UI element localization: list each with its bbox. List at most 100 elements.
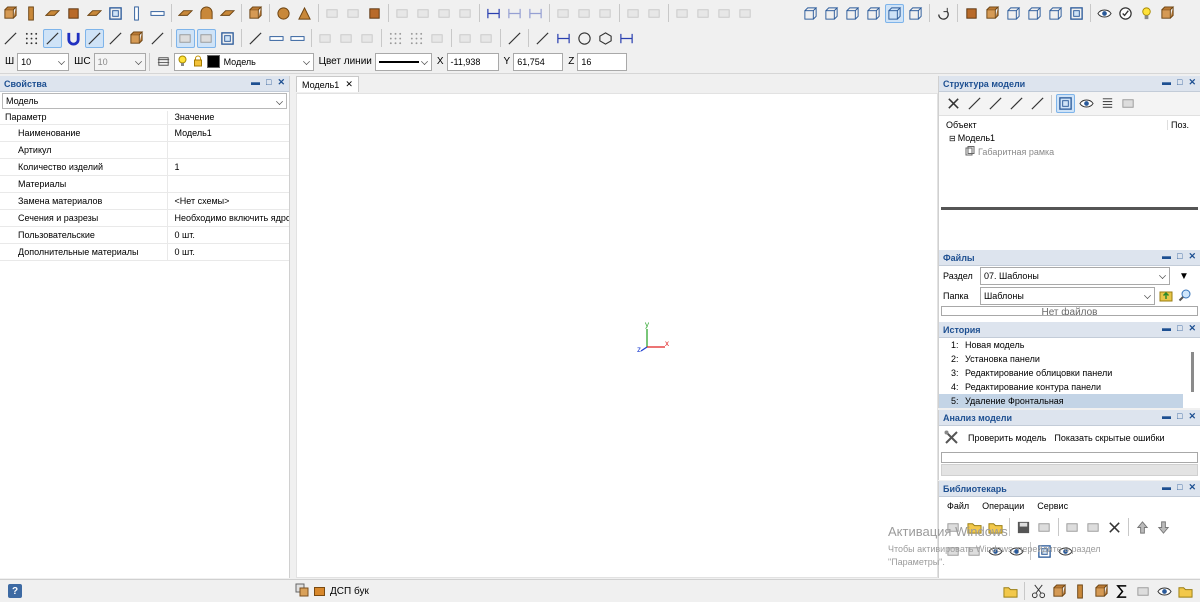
horizontal-bar-icon[interactable] xyxy=(148,4,167,23)
property-value[interactable]: <Нет схемы> xyxy=(167,192,289,210)
snap-point-icon[interactable] xyxy=(106,29,125,48)
grid-icon[interactable] xyxy=(22,29,41,48)
restore-icon[interactable]: □ xyxy=(1177,77,1182,88)
property-row[interactable]: Сечения и разрезы Необходимо включить ядр… xyxy=(0,209,289,227)
y-coordinate-input[interactable]: 61,754 xyxy=(513,52,564,71)
frame-icon[interactable] xyxy=(106,4,125,23)
pyramid-icon[interactable] xyxy=(295,4,314,23)
minimize-icon[interactable]: ▬ xyxy=(251,77,260,88)
arch-icon[interactable] xyxy=(197,4,216,23)
list-view-icon[interactable] xyxy=(1098,94,1117,113)
offset-icon[interactable] xyxy=(337,29,356,48)
folder-select[interactable]: Шаблоны xyxy=(980,287,1155,305)
property-value[interactable]: Модель1 xyxy=(167,124,289,142)
leg-icon[interactable] xyxy=(1071,582,1090,601)
close-icon[interactable]: ✕ xyxy=(1188,77,1196,88)
close-icon[interactable]: ✕ xyxy=(1188,323,1196,334)
measure-icon[interactable] xyxy=(554,29,573,48)
binoculars-2-icon[interactable] xyxy=(1007,542,1026,561)
box-icon[interactable] xyxy=(1,4,20,23)
array-3d-icon[interactable] xyxy=(407,29,426,48)
history-scrollbar[interactable] xyxy=(1191,352,1194,392)
edge-icon[interactable] xyxy=(554,4,573,23)
group-2-icon[interactable] xyxy=(694,4,713,23)
folder-icon[interactable] xyxy=(1001,582,1020,601)
search-icon[interactable] xyxy=(1178,288,1192,304)
check-model-button[interactable]: Проверить модель xyxy=(968,433,1046,443)
select-window-icon[interactable] xyxy=(218,29,237,48)
hatch-icon[interactable] xyxy=(456,29,475,48)
stack-icon[interactable] xyxy=(127,29,146,48)
rotate-object-icon[interactable] xyxy=(414,4,433,23)
align-icon[interactable] xyxy=(456,4,475,23)
materials-icon[interactable] xyxy=(1158,4,1177,23)
explode-icon[interactable] xyxy=(428,29,447,48)
current-material[interactable]: ДСП бук xyxy=(295,583,369,600)
view-left-icon[interactable] xyxy=(822,4,841,23)
folder-up-icon[interactable] xyxy=(1159,288,1174,304)
restore-icon[interactable]: □ xyxy=(1177,411,1182,422)
dashed-line-icon[interactable] xyxy=(267,29,286,48)
binoculars-icon[interactable] xyxy=(1095,4,1114,23)
panel-icon[interactable] xyxy=(22,4,41,23)
copy-icon[interactable] xyxy=(323,4,342,23)
property-row[interactable]: Материалы xyxy=(0,175,289,193)
property-value[interactable]: Необходимо включить ядро xyxy=(167,209,289,227)
open-folder-icon[interactable] xyxy=(965,518,984,537)
restore-icon[interactable]: □ xyxy=(1177,323,1182,334)
binoculars-icon[interactable] xyxy=(986,542,1005,561)
folder-2-icon[interactable] xyxy=(986,518,1005,537)
tree-node-frame[interactable]: Габаритная рамка xyxy=(939,145,1200,159)
bent-panel-icon[interactable] xyxy=(218,4,237,23)
profile-icon[interactable] xyxy=(176,4,195,23)
check-icon[interactable] xyxy=(1116,4,1135,23)
snap-step-select[interactable]: 10 xyxy=(93,52,146,71)
shape-icon[interactable] xyxy=(624,4,643,23)
show-hidden-errors-button[interactable]: Показать скрытые ошибки xyxy=(1054,433,1164,443)
line-color-select[interactable] xyxy=(374,52,432,71)
sum-icon[interactable] xyxy=(1113,582,1132,601)
property-row[interactable]: Количество изделий 1 xyxy=(0,158,289,176)
dimension-icon[interactable] xyxy=(617,29,636,48)
bolt-icon[interactable] xyxy=(526,4,545,23)
tab-model1[interactable]: Модель1 ✕ xyxy=(296,76,359,92)
link-icon[interactable] xyxy=(1007,94,1026,113)
minimize-icon[interactable]: ▬ xyxy=(1162,411,1171,422)
render-hidden-icon[interactable] xyxy=(1025,4,1044,23)
section-select[interactable]: 07. Шаблоны xyxy=(980,267,1170,285)
minimize-icon[interactable]: ▬ xyxy=(1162,77,1171,88)
array-2d-icon[interactable] xyxy=(386,29,405,48)
view-iso-icon[interactable] xyxy=(885,3,904,23)
close-icon[interactable]: ✕ xyxy=(345,79,353,90)
fill-icon[interactable] xyxy=(1063,518,1082,537)
3d-viewport[interactable]: y x z xyxy=(296,93,938,578)
snap-icon[interactable] xyxy=(1,29,20,48)
sphere-icon[interactable] xyxy=(274,4,293,23)
rotate-view-icon[interactable] xyxy=(934,4,953,23)
view-mode-icon[interactable] xyxy=(1056,94,1075,113)
layout-icon[interactable] xyxy=(1067,4,1086,23)
screw-icon[interactable] xyxy=(505,4,524,23)
restore-icon[interactable]: □ xyxy=(266,77,271,88)
history-item[interactable]: 1: Новая модель xyxy=(939,338,1183,352)
property-value[interactable]: 0 шт. xyxy=(167,226,289,244)
menu-operations[interactable]: Операции xyxy=(982,501,1024,511)
view-fit-icon[interactable] xyxy=(906,4,925,23)
close-icon[interactable]: ✕ xyxy=(277,77,285,88)
trim-icon[interactable] xyxy=(246,29,265,48)
scissors-icon[interactable] xyxy=(1029,582,1048,601)
render-shaded-icon[interactable] xyxy=(983,4,1002,23)
catalog-icon[interactable] xyxy=(1176,582,1195,601)
minimize-icon[interactable]: ▬ xyxy=(1162,482,1171,493)
array-icon[interactable] xyxy=(344,4,363,23)
history-item[interactable]: 2: Установка панели xyxy=(939,352,1183,366)
help-node-icon[interactable] xyxy=(986,94,1005,113)
view-right-icon[interactable] xyxy=(864,4,883,23)
arc-icon[interactable] xyxy=(505,29,524,48)
save-icon[interactable] xyxy=(1014,518,1033,537)
browse-icon[interactable] xyxy=(1035,542,1054,561)
view-top-icon[interactable] xyxy=(843,4,862,23)
property-row[interactable]: Наименование Модель1 xyxy=(0,124,289,142)
select-all-icon[interactable] xyxy=(197,28,216,48)
circle-icon[interactable] xyxy=(575,29,594,48)
